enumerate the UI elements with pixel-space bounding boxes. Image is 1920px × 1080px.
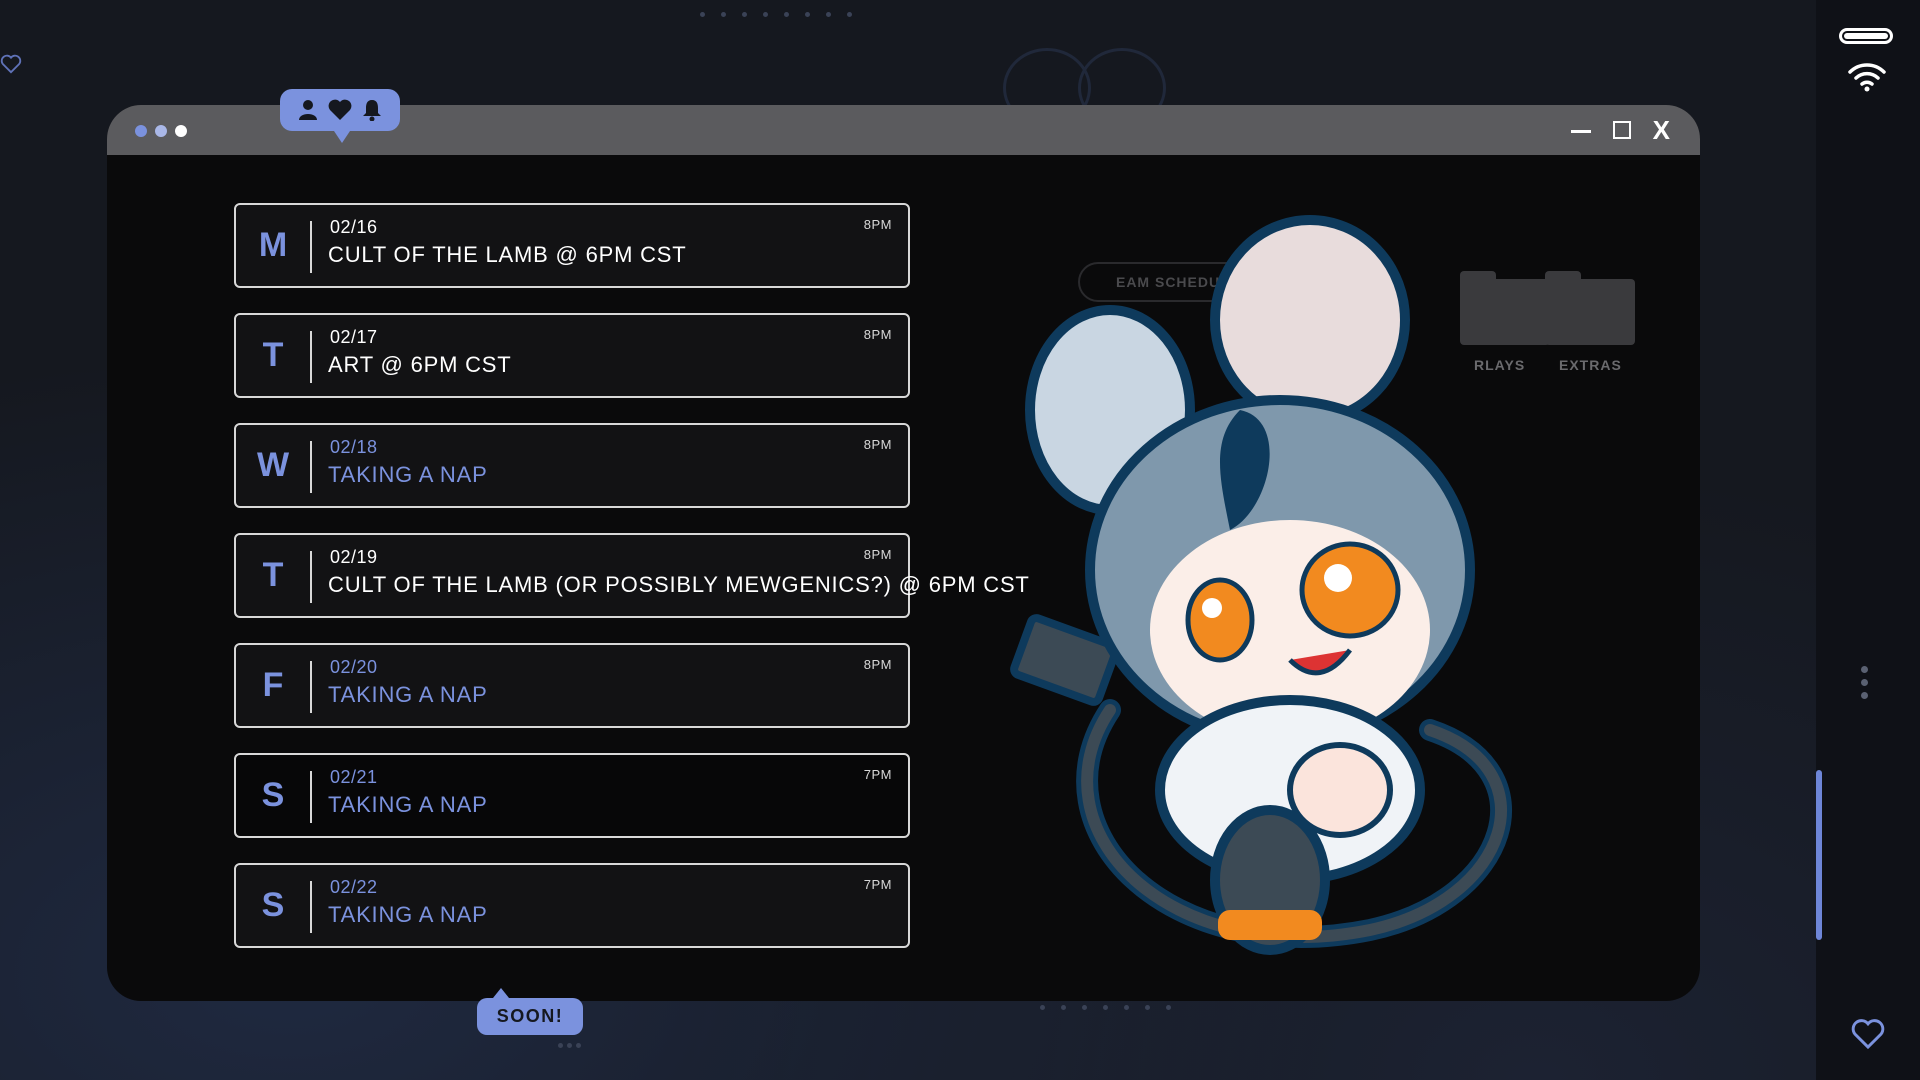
notification-bubble[interactable] (280, 89, 400, 143)
day-letter: S (261, 776, 285, 814)
schedule-card[interactable]: S 02/21 TAKING A NAP 7PM (234, 753, 910, 838)
card-event: TAKING A NAP (328, 902, 488, 927)
card-time: 7PM (863, 877, 892, 892)
card-event: ART @ 6PM CST (328, 352, 512, 377)
card-time: 8PM (863, 327, 892, 342)
more-options-icon[interactable] (1861, 666, 1868, 699)
scrollbar[interactable] (1816, 770, 1822, 940)
schedule-card[interactable]: F 02/20 TAKING A NAP 8PM (234, 643, 910, 728)
card-time: 8PM (863, 217, 892, 232)
day-letter: T (262, 556, 284, 594)
schedule-card[interactable]: S 02/22 TAKING A NAP 7PM (234, 863, 910, 948)
mascot-illustration (1010, 215, 1512, 955)
day-letter: F (262, 666, 284, 704)
window-dot (135, 125, 147, 137)
card-event: TAKING A NAP (328, 462, 488, 487)
card-event: TAKING A NAP (328, 792, 488, 817)
card-time: 8PM (863, 657, 892, 672)
card-time: 8PM (863, 547, 892, 562)
bell-icon[interactable] (362, 99, 382, 121)
card-date: 02/19 (330, 547, 378, 567)
heart-icon[interactable] (1850, 1018, 1886, 1050)
window-dot (155, 125, 167, 137)
day-letter: S (261, 886, 285, 924)
card-date: 02/18 (330, 437, 378, 457)
background-dots (700, 12, 852, 17)
app-window: X EAM SCHEDULE RLAYS EXTRAS M 02/16 CULT… (107, 105, 1700, 1001)
heart-icon[interactable] (328, 99, 352, 121)
day-letter: W (256, 446, 290, 484)
card-divider (310, 771, 312, 823)
card-date: 02/16 (330, 217, 378, 237)
card-divider (310, 331, 312, 383)
battery-icon (1839, 28, 1893, 44)
schedule-list: M 02/16 CULT OF THE LAMB @ 6PM CST 8PM T 02/1… (234, 203, 1029, 973)
card-divider (310, 551, 312, 603)
window-dot (175, 125, 187, 137)
card-divider (310, 221, 312, 273)
day-letter: T (262, 336, 284, 374)
card-divider (310, 441, 312, 493)
user-icon[interactable] (298, 99, 318, 121)
card-time: 7PM (863, 767, 892, 782)
window-dots (135, 125, 187, 137)
schedule-card[interactable]: T 02/19 CULT OF THE LAMB (OR POSSIBLY MEWG… (234, 533, 1029, 618)
card-date: 02/17 (330, 327, 378, 347)
day-letter: M (258, 226, 288, 264)
background-dots (1040, 1005, 1171, 1010)
maximize-button[interactable] (1612, 121, 1631, 139)
schedule-card[interactable]: T 02/17 ART @ 6PM CST 8PM (234, 313, 910, 398)
wifi-icon (1848, 63, 1886, 92)
card-event: CULT OF THE LAMB (OR POSSIBLY MEWGENICS?… (328, 572, 1030, 597)
card-event: TAKING A NAP (328, 682, 488, 707)
card-divider (310, 661, 312, 713)
schedule-card[interactable]: W 02/18 TAKING A NAP 8PM (234, 423, 910, 508)
soon-button[interactable]: SOON! (477, 988, 583, 1035)
close-button[interactable]: X (1653, 117, 1670, 143)
card-date: 02/21 (330, 767, 378, 787)
window-controls: X (1570, 117, 1670, 143)
soon-dots (558, 1043, 581, 1048)
card-date: 02/20 (330, 657, 378, 677)
small-heart-icon (0, 54, 22, 74)
schedule-card[interactable]: M 02/16 CULT OF THE LAMB @ 6PM CST 8PM (234, 203, 910, 288)
card-event: CULT OF THE LAMB @ 6PM CST (328, 242, 687, 267)
minimize-button[interactable] (1570, 117, 1591, 143)
card-time: 8PM (863, 437, 892, 452)
right-rail (1816, 0, 1920, 1080)
card-date: 02/22 (330, 877, 378, 897)
card-divider (310, 881, 312, 933)
